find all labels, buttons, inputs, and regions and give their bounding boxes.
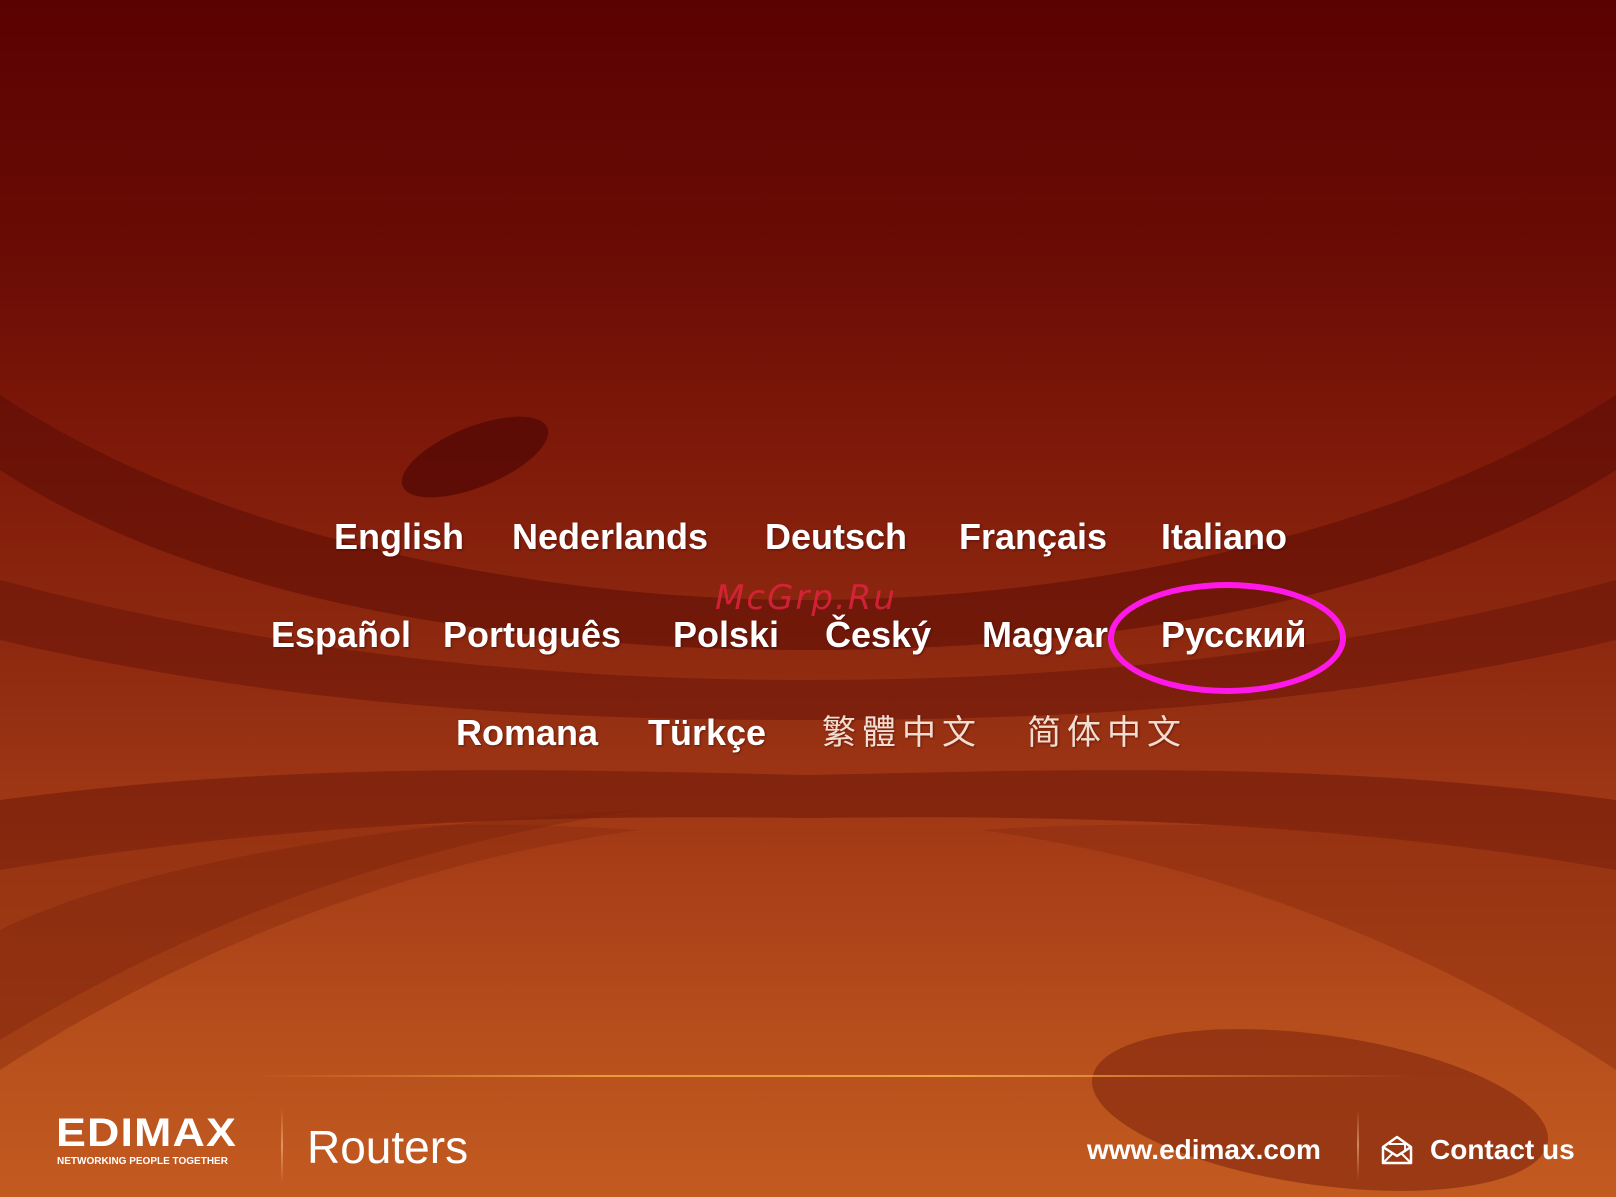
language-nederlands[interactable]: Nederlands: [512, 517, 708, 557]
language-traditional-chinese[interactable]: 繁體中文: [822, 713, 982, 753]
language-romana[interactable]: Romana: [456, 713, 598, 753]
footer-separator-right: [1357, 1110, 1359, 1180]
language-polski[interactable]: Polski: [673, 615, 779, 655]
language-portugues[interactable]: Português: [443, 615, 621, 655]
logo-tagline: NETWORKING PEOPLE TOGETHER: [57, 1156, 228, 1167]
contact-us-label: Contact us: [1430, 1134, 1575, 1165]
footer-separator-left: [281, 1108, 283, 1184]
watermark: McGrp.Ru: [715, 578, 897, 618]
edimax-logo: EDIMAX NETWORKING PEOPLE TOGETHER: [56, 1111, 261, 1171]
language-magyar[interactable]: Magyar: [982, 615, 1108, 655]
language-simplified-chinese[interactable]: 简体中文: [1027, 713, 1187, 753]
language-turkce[interactable]: Türkçe: [648, 713, 766, 753]
language-selection-screen: English Nederlands Deutsch Français Ital…: [0, 0, 1616, 1197]
footer-divider-line: [255, 1075, 1415, 1077]
language-cesky[interactable]: Český: [825, 615, 931, 655]
language-espanol[interactable]: Español: [271, 615, 411, 655]
website-link[interactable]: www.edimax.com: [1087, 1134, 1321, 1166]
product-category-title: Routers: [307, 1121, 469, 1173]
language-english[interactable]: English: [334, 517, 464, 557]
envelope-icon: [1381, 1135, 1413, 1165]
contact-us-button[interactable]: Contact us: [1380, 1130, 1575, 1170]
logo-wordmark: EDIMAX: [56, 1111, 237, 1155]
language-francais[interactable]: Français: [959, 517, 1107, 557]
language-italiano[interactable]: Italiano: [1161, 517, 1287, 557]
language-russian[interactable]: Русский: [1161, 615, 1306, 655]
language-deutsch[interactable]: Deutsch: [765, 517, 907, 557]
